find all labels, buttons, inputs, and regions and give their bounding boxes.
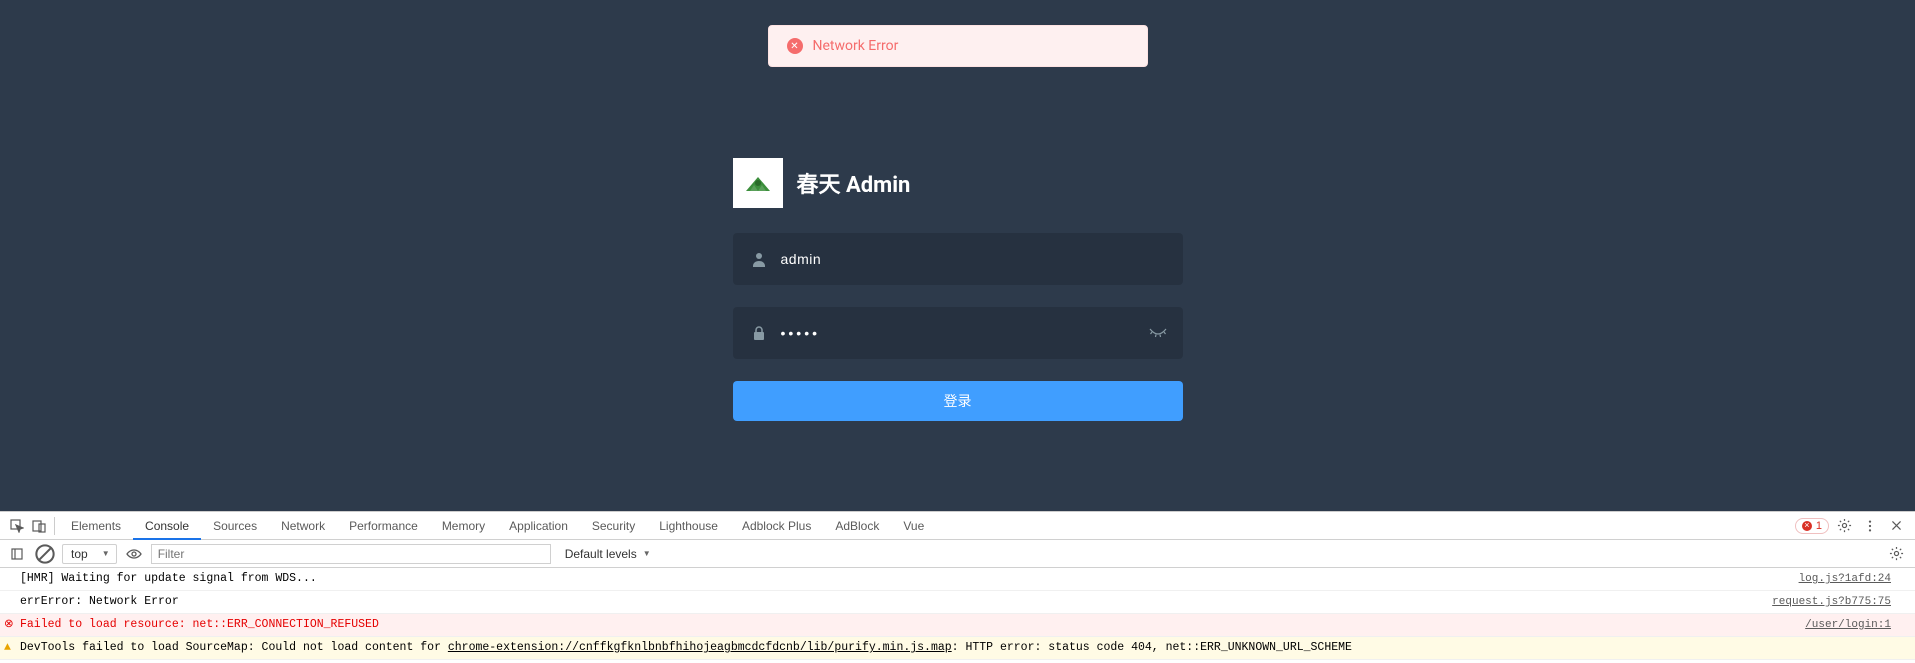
log-level-selector[interactable]: Default levels [557,547,659,561]
log-line-warn: ▲ DevTools failed to load SourceMap: Cou… [0,637,1915,660]
console-toolbar: top Default levels [0,540,1915,568]
tab-elements[interactable]: Elements [59,512,133,540]
app-main: ✕ Network Error 春天 Admin [0,0,1915,511]
close-icon[interactable] [1883,512,1909,540]
log-message: errError: Network Error [20,593,1772,611]
tab-vue[interactable]: Vue [891,512,936,540]
device-toggle-icon[interactable] [28,512,50,540]
password-input[interactable] [769,307,1167,359]
tab-performance[interactable]: Performance [337,512,430,540]
log-level-label: Default levels [565,547,637,561]
error-icon: ⊗ [4,616,14,634]
tab-network[interactable]: Network [269,512,337,540]
eye-closed-icon[interactable] [1149,324,1167,343]
log-source-link[interactable]: log.js?1afd:24 [1799,570,1891,588]
login-header: 春天 Admin [733,158,1183,208]
log-message: Failed to load resource: net::ERR_CONNEC… [20,616,1805,634]
context-selector[interactable]: top [62,544,117,564]
context-selected: top [71,547,88,561]
user-icon [749,251,769,267]
devtools-tabstrip: Elements Console Sources Network Perform… [0,512,1915,540]
log-line-error: ⊗ Failed to load resource: net::ERR_CONN… [0,614,1915,637]
console-log: [HMR] Waiting for update signal from WDS… [0,568,1915,663]
tab-memory[interactable]: Memory [430,512,497,540]
error-toast: ✕ Network Error [768,25,1148,67]
logo-icon [744,173,772,193]
console-filter-input[interactable] [151,544,551,564]
divider [54,517,55,535]
app-logo [733,158,783,208]
username-input[interactable] [769,233,1167,285]
inspect-element-icon[interactable] [6,512,28,540]
log-source-link[interactable]: /user/login:1 [1805,616,1891,634]
console-sidebar-toggle-icon[interactable] [6,543,28,565]
error-circle-icon: ✕ [787,38,803,54]
tab-console[interactable]: Console [133,512,201,540]
more-vert-icon[interactable] [1857,512,1883,540]
tab-lighthouse[interactable]: Lighthouse [647,512,730,540]
tab-security[interactable]: Security [580,512,647,540]
tab-adblock[interactable]: AdBlock [823,512,891,540]
error-count: 1 [1816,520,1822,532]
live-expression-icon[interactable] [123,549,145,559]
log-source-link[interactable]: request.js?b775:75 [1772,593,1891,611]
tab-adblock-plus[interactable]: Adblock Plus [730,512,823,540]
log-line: [HMR] Waiting for update signal from WDS… [0,568,1915,591]
lock-icon [749,325,769,341]
tab-application[interactable]: Application [497,512,580,540]
error-count-badge[interactable]: 1 [1795,518,1829,534]
username-row [733,233,1183,285]
login-form: 春天 Admin 登录 [733,158,1183,421]
sourcemap-link[interactable]: chrome-extension://cnffkgfknlbnbfhihojea… [448,641,952,654]
password-row [733,307,1183,359]
settings-gear-icon[interactable] [1831,512,1857,540]
tab-sources[interactable]: Sources [201,512,269,540]
devtools-panel: Elements Console Sources Network Perform… [0,511,1915,662]
error-dot-icon [1802,521,1812,531]
error-toast-text: Network Error [813,38,899,54]
clear-console-icon[interactable] [34,543,56,565]
log-message: DevTools failed to load SourceMap: Could… [20,639,1891,657]
log-line: errError: Network Error request.js?b775:… [0,591,1915,614]
log-message: [HMR] Waiting for update signal from WDS… [20,570,1799,588]
login-button[interactable]: 登录 [733,381,1183,421]
console-settings-gear-icon[interactable] [1883,540,1909,568]
login-title: 春天 Admin [797,167,911,199]
warning-icon: ▲ [4,639,11,657]
